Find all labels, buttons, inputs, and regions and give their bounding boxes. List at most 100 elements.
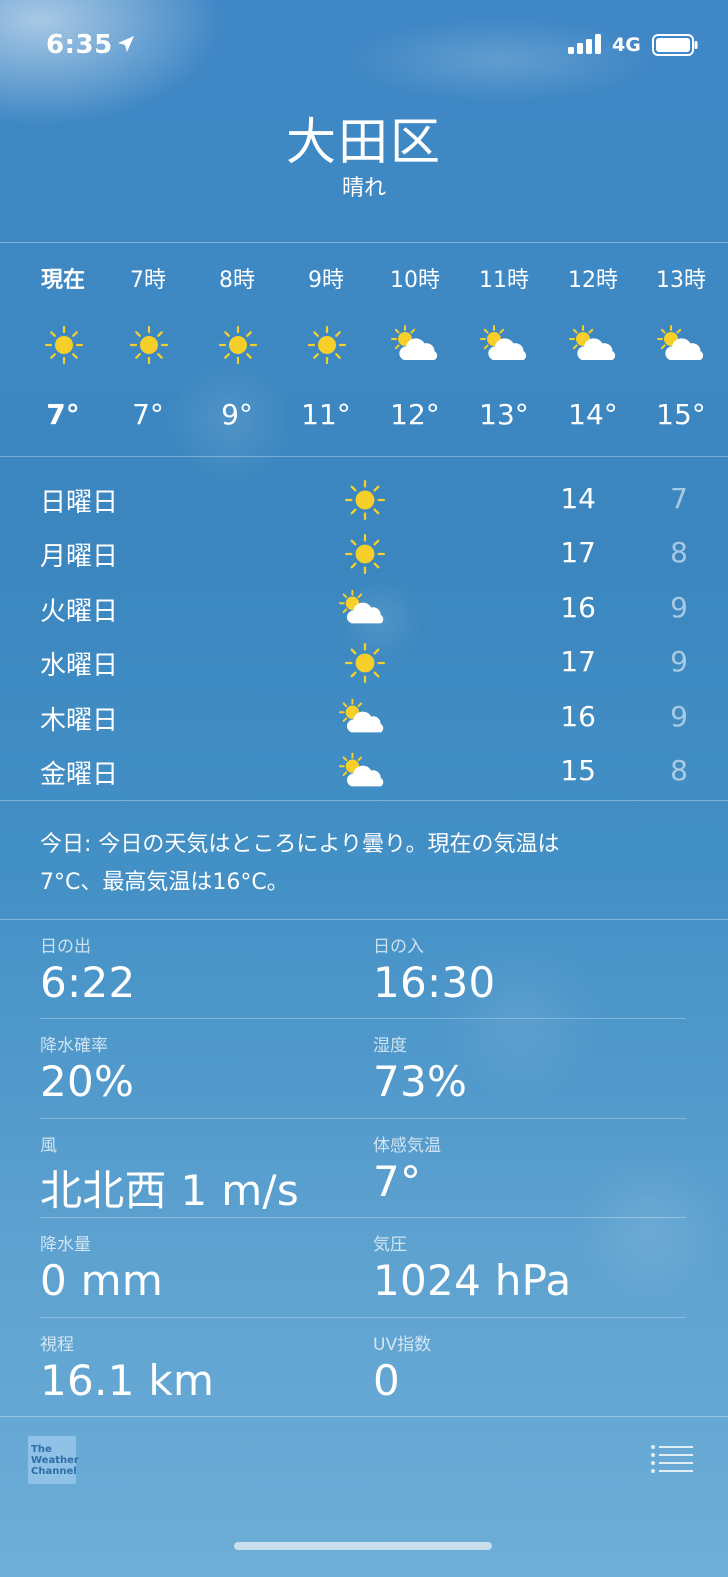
detail-value: 0 (373, 1356, 401, 1405)
detail-humidity: 湿度 73% (373, 1031, 693, 1123)
day-low: 9 (670, 591, 688, 624)
network-type: 4G (612, 34, 641, 56)
partly-cloudy-icon (338, 750, 386, 794)
detail-feels-like: 体感気温 7° (373, 1131, 693, 1223)
divider (0, 456, 728, 457)
day-high: 15 (560, 754, 596, 787)
hour-label: 現在 (40, 268, 85, 293)
day-name: 水曜日 (40, 651, 119, 681)
city-list-icon[interactable] (650, 1444, 694, 1474)
day-low: 8 (670, 536, 688, 569)
sun-icon (43, 324, 85, 366)
sun-icon (338, 532, 386, 576)
partly-cloudy-icon (338, 587, 386, 631)
partly-cloudy-icon (568, 324, 618, 366)
day-low: 9 (670, 645, 688, 678)
detail-label: 視程 (40, 1335, 74, 1355)
divider (40, 1217, 686, 1218)
daily-row: 木曜日 16 9 (0, 696, 728, 750)
hour-temp: 15° (656, 398, 706, 431)
detail-value: 20% (40, 1057, 135, 1106)
detail-precip-chance: 降水確率 20% (40, 1031, 360, 1123)
logo-text: Weather (31, 1455, 79, 1466)
hourly-item: 12時 14° (548, 262, 638, 442)
detail-label: 日の入 (373, 937, 424, 957)
detail-value: 7° (373, 1157, 422, 1206)
detail-pressure: 気圧 1024 hPa (373, 1230, 693, 1322)
day-high: 14 (560, 482, 596, 515)
hour-label: 10時 (390, 268, 440, 293)
daily-row: 水曜日 17 9 (0, 641, 728, 695)
detail-value: 北北西 1 m/s (40, 1166, 300, 1215)
partly-cloudy-icon (479, 324, 529, 366)
forecast-summary: 今日: 今日の天気はところにより曇り。現在の気温は 7°C、最高気温は16°C。 (40, 826, 660, 902)
day-low: 7 (670, 482, 688, 515)
detail-label: 風 (40, 1136, 57, 1156)
location-arrow-icon (118, 36, 134, 52)
hourly-item: 9時 11° (281, 262, 371, 442)
daily-row: 金曜日 15 8 (0, 750, 728, 804)
hourly-item: 8時 9° (192, 262, 282, 442)
partly-cloudy-icon (338, 696, 386, 740)
detail-sunrise: 日の出 6:22 (40, 932, 360, 1024)
divider (40, 1118, 686, 1119)
detail-uv-index: UV指数 0 (373, 1330, 693, 1422)
detail-wind: 風 北北西 1 m/s (40, 1131, 360, 1223)
weather-channel-logo[interactable]: The Weather Channel (28, 1436, 79, 1484)
detail-label: 体感気温 (373, 1136, 441, 1156)
hourly-forecast[interactable]: 現在 7° 7時 7° 8時 9° 9時 11° 10時 12° 11時 13°… (0, 262, 728, 442)
day-name: 火曜日 (40, 597, 119, 627)
detail-sunset: 日の入 16:30 (373, 932, 693, 1024)
divider (0, 1416, 728, 1417)
day-name: 月曜日 (40, 542, 119, 572)
battery-icon (652, 34, 698, 56)
daily-row: 月曜日 17 8 (0, 532, 728, 586)
detail-value: 1024 hPa (373, 1256, 572, 1305)
divider (40, 1018, 686, 1019)
sun-icon (338, 641, 386, 685)
detail-label: 日の出 (40, 937, 91, 957)
hourly-item: 11時 13° (459, 262, 549, 442)
hour-label: 8時 (219, 268, 255, 293)
day-name: 日曜日 (40, 488, 119, 518)
summary-line: 7°C、最高気温は16°C。 (40, 870, 289, 895)
sun-icon (217, 324, 259, 366)
hour-label: 11時 (479, 268, 529, 293)
daily-row: 火曜日 16 9 (0, 587, 728, 641)
hour-temp: 14° (568, 398, 618, 431)
hour-label: 13時 (656, 268, 706, 293)
divider (0, 919, 728, 920)
day-high: 17 (560, 536, 596, 569)
partly-cloudy-icon (390, 324, 440, 366)
detail-value: 16:30 (373, 958, 496, 1007)
detail-value: 73% (373, 1057, 468, 1106)
hourly-item: 13時 15° (636, 262, 726, 442)
detail-value: 6:22 (40, 958, 136, 1007)
hourly-item: 現在 7° (18, 262, 108, 442)
day-low: 8 (670, 754, 688, 787)
detail-value: 16.1 km (40, 1356, 215, 1405)
sun-icon (306, 324, 348, 366)
hour-label: 12時 (568, 268, 618, 293)
detail-visibility: 視程 16.1 km (40, 1330, 360, 1422)
detail-label: UV指数 (373, 1335, 432, 1355)
detail-precipitation: 降水量 0 mm (40, 1230, 360, 1322)
day-low: 9 (670, 700, 688, 733)
current-condition: 晴れ (341, 176, 386, 201)
day-name: 金曜日 (40, 760, 119, 790)
detail-label: 気圧 (373, 1235, 407, 1255)
daily-row: 日曜日 14 7 (0, 478, 728, 532)
home-indicator[interactable] (234, 1542, 492, 1550)
cellular-signal-icon (568, 34, 601, 54)
hour-temp: 7° (132, 398, 164, 431)
logo-text: The (31, 1444, 52, 1455)
detail-value: 0 mm (40, 1256, 164, 1305)
detail-label: 降水量 (40, 1235, 91, 1255)
hourly-item: 10時 12° (370, 262, 460, 442)
day-name: 木曜日 (40, 706, 119, 736)
sun-icon (128, 324, 170, 366)
hour-temp: 9° (221, 398, 253, 431)
divider (0, 242, 728, 243)
hourly-item: 7時 7° (103, 262, 193, 442)
day-high: 17 (560, 645, 596, 678)
